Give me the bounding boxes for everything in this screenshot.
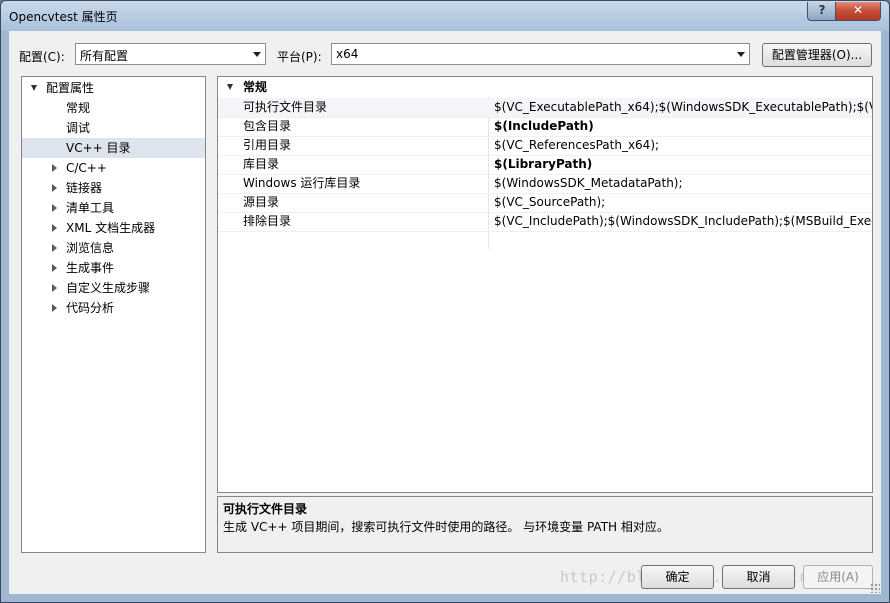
property-pages-window: Opencvtest 属性页 ? ✕ 配置(C): 所有配置 平台(P): x6… — [0, 0, 890, 603]
property-row[interactable]: 可执行文件目录 $(VC_ExecutablePath_x64);$(Window… — [218, 98, 872, 118]
property-name: 可执行文件目录 — [243, 100, 328, 114]
config-dropdown[interactable]: 所有配置 — [75, 43, 266, 65]
property-grid[interactable]: 常规 可执行文件目录 $(VC_ExecutablePath_x64);$(Win… — [217, 76, 873, 493]
help-button[interactable]: ? — [807, 2, 837, 21]
grid-category-label: 常规 — [243, 80, 268, 94]
description-panel: 可执行文件目录 生成 VC++ 项目期间，搜索可执行文件时使用的路径。 与环境变… — [217, 496, 873, 553]
tree-item-label: C/C++ — [66, 161, 107, 175]
property-name: 包含目录 — [243, 119, 292, 133]
chevron-down-icon — [253, 52, 261, 57]
tree-item[interactable]: 自定义生成步骤 — [22, 278, 205, 298]
property-value[interactable]: $(IncludePath) — [494, 117, 594, 135]
property-row[interactable]: 包含目录 $(IncludePath) — [218, 117, 872, 137]
expand-triangle-icon[interactable] — [52, 224, 57, 232]
description-text: 生成 VC++ 项目期间，搜索可执行文件时使用的路径。 与环境变量 PATH 相… — [223, 520, 669, 534]
property-value[interactable]: $(LibraryPath) — [494, 155, 592, 173]
config-label: 配置(C): — [19, 50, 65, 64]
tree-item-label: XML 文档生成器 — [66, 221, 156, 235]
tree-item[interactable]: 常规 — [22, 98, 205, 118]
expand-triangle-icon[interactable] — [52, 284, 57, 292]
tree-item[interactable]: 生成事件 — [22, 258, 205, 278]
expanded-triangle-icon[interactable] — [31, 85, 37, 91]
property-name: 源目录 — [243, 195, 280, 209]
property-row[interactable]: 源目录 $(VC_SourcePath); — [218, 193, 872, 213]
expand-triangle-icon[interactable] — [52, 264, 57, 272]
property-row[interactable]: 库目录 $(LibraryPath) — [218, 155, 872, 175]
tree-root[interactable]: 配置属性 — [22, 78, 205, 98]
tree-item-label: 生成事件 — [66, 261, 115, 275]
config-dropdown-value: 所有配置 — [80, 49, 129, 63]
expand-triangle-icon[interactable] — [52, 164, 57, 172]
property-value[interactable]: $(VC_SourcePath); — [494, 193, 605, 211]
tree-item[interactable]: 清单工具 — [22, 198, 205, 218]
property-row[interactable]: Windows 运行库目录 $(WindowsSDK_MetadataPath); — [218, 174, 872, 194]
description-title: 可执行文件目录 — [223, 502, 308, 516]
expand-triangle-icon[interactable] — [52, 304, 57, 312]
close-button[interactable]: ✕ — [835, 2, 881, 21]
dialog-client-area: 配置(C): 所有配置 平台(P): x64 配置管理器(O)... 配置属性 … — [9, 31, 881, 594]
tree-item-label: 清单工具 — [66, 201, 115, 215]
tree-item[interactable]: 代码分析 — [22, 298, 205, 318]
tree-item[interactable]: C/C++ — [22, 158, 205, 178]
property-value[interactable]: $(VC_IncludePath);$(WindowsSDK_IncludePa… — [494, 212, 872, 230]
chevron-down-icon — [737, 52, 745, 57]
cancel-button[interactable]: 取消 — [722, 565, 795, 589]
platform-dropdown-value: x64 — [336, 47, 359, 61]
platform-label: 平台(P): — [277, 50, 322, 64]
title-bar[interactable]: Opencvtest 属性页 ? ✕ — [1, 1, 889, 31]
grid-category-general[interactable]: 常规 — [218, 77, 872, 97]
tree-root-label: 配置属性 — [46, 81, 95, 95]
property-value[interactable]: $(WindowsSDK_MetadataPath); — [494, 174, 683, 192]
platform-dropdown[interactable]: x64 — [331, 43, 750, 65]
property-value[interactable]: $(VC_ExecutablePath_x64);$(WindowsSDK_Ex… — [494, 98, 872, 116]
apply-button[interactable]: 应用(A) — [803, 565, 873, 589]
tree-item-label: 浏览信息 — [66, 241, 115, 255]
property-name: 排除目录 — [243, 214, 292, 228]
property-row[interactable]: 排除目录 $(VC_IncludePath);$(WindowsSDK_Inclu… — [218, 212, 872, 232]
expand-triangle-icon[interactable] — [52, 204, 57, 212]
tree-item-label: 调试 — [66, 121, 91, 135]
tree-item-label: VC++ 目录 — [66, 141, 131, 155]
property-name: Windows 运行库目录 — [243, 176, 361, 190]
tree-item[interactable]: 链接器 — [22, 178, 205, 198]
resize-grip[interactable] — [870, 583, 880, 593]
ok-button[interactable]: 确定 — [641, 565, 714, 589]
config-manager-button[interactable]: 配置管理器(O)... — [762, 43, 872, 67]
property-name: 库目录 — [243, 157, 280, 171]
property-tree[interactable]: 配置属性 常规调试 VC++ 目录 C/C++ 链接器清单工具 XML 文档生成器 浏览信… — [21, 76, 206, 553]
tree-item[interactable]: 调试 — [22, 118, 205, 138]
tree-item[interactable]: VC++ 目录 — [22, 138, 205, 158]
property-row[interactable]: 引用目录 $(VC_ReferencesPath_x64); — [218, 136, 872, 156]
tree-item-label: 自定义生成步骤 — [66, 281, 151, 295]
tree-item-label: 链接器 — [66, 181, 103, 195]
tree-item[interactable]: 浏览信息 — [22, 238, 205, 258]
tree-item[interactable]: XML 文档生成器 — [22, 218, 205, 238]
expanded-triangle-icon[interactable] — [227, 84, 233, 90]
tree-item-label: 常规 — [66, 101, 91, 115]
expand-triangle-icon[interactable] — [52, 184, 57, 192]
property-name: 引用目录 — [243, 138, 292, 152]
expand-triangle-icon[interactable] — [52, 244, 57, 252]
tree-item-label: 代码分析 — [66, 301, 115, 315]
window-title: Opencvtest 属性页 — [9, 10, 118, 24]
property-value[interactable]: $(VC_ReferencesPath_x64); — [494, 136, 659, 154]
